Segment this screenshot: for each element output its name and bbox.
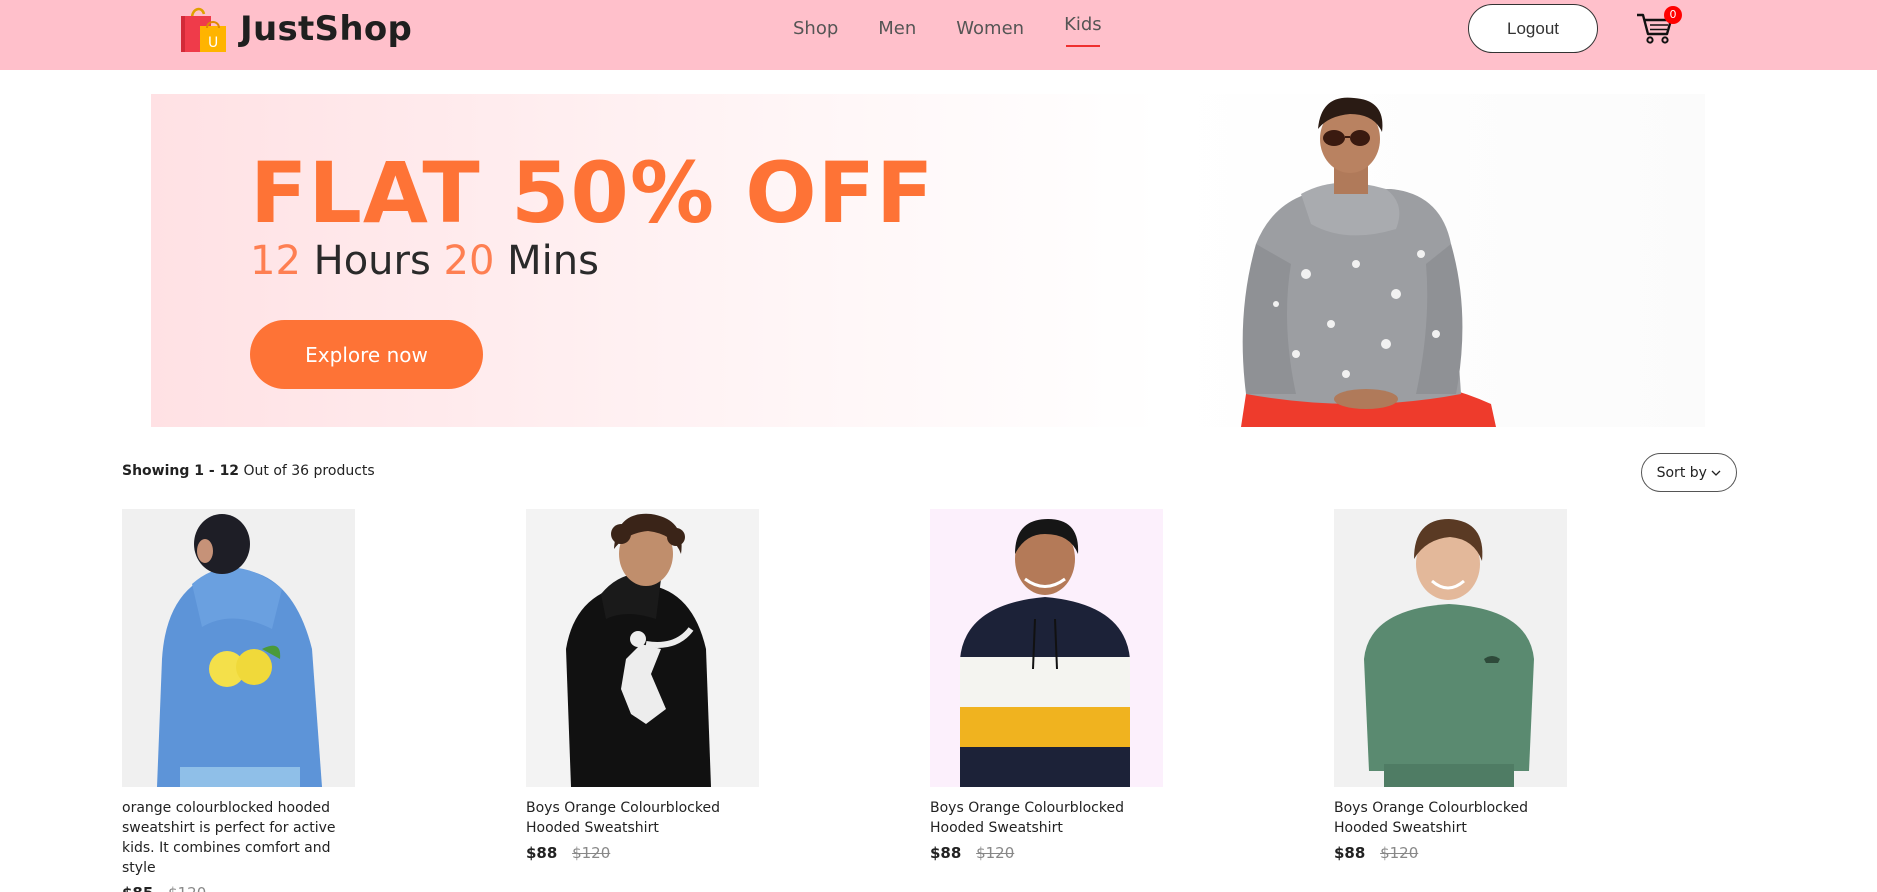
product-price: $88 xyxy=(930,844,962,862)
countdown-mins: 20 xyxy=(443,238,495,284)
site-header: U JustShop Shop Men Women Kids Logout 0 xyxy=(0,0,1877,70)
cart-count-badge: 0 xyxy=(1664,6,1682,24)
price-row: $88 $120 xyxy=(526,844,826,862)
price-row: $85 $120 xyxy=(122,884,422,892)
results-total: Out of 36 products xyxy=(243,463,375,479)
banner-title: FLAT 50% OFF xyxy=(250,144,935,242)
product-price: $88 xyxy=(1334,844,1366,862)
product-image[interactable] xyxy=(526,509,759,787)
countdown-hours-label: Hours xyxy=(313,238,431,284)
banner-countdown: 12 Hours 20 Mins xyxy=(250,238,599,284)
product-card[interactable]: orange colourblocked hooded sweatshirt i… xyxy=(122,509,422,892)
results-count: Showing 1 - 12 Out of 36 products xyxy=(122,463,375,479)
product-name[interactable]: Boys Orange Colourblocked Hooded Sweatsh… xyxy=(526,798,766,838)
main-nav: Shop Men Women Kids xyxy=(793,14,1142,47)
nav-women[interactable]: Women xyxy=(956,14,1024,39)
countdown-hours: 12 xyxy=(250,238,301,284)
logo[interactable]: U JustShop xyxy=(178,4,412,54)
sort-by-button[interactable]: Sort by xyxy=(1641,453,1737,492)
chevron-down-icon xyxy=(1711,470,1721,476)
product-old-price: $120 xyxy=(976,844,1015,862)
product-card[interactable]: Boys Orange Colourblocked Hooded Sweatsh… xyxy=(930,509,1230,862)
product-image[interactable] xyxy=(930,509,1163,787)
nav-shop[interactable]: Shop xyxy=(793,14,838,39)
product-name[interactable]: Boys Orange Colourblocked Hooded Sweatsh… xyxy=(1334,798,1574,838)
countdown-mins-label: Mins xyxy=(507,238,599,284)
sort-by-label: Sort by xyxy=(1656,464,1707,481)
nav-men[interactable]: Men xyxy=(878,14,916,39)
product-name[interactable]: Boys Orange Colourblocked Hooded Sweatsh… xyxy=(930,798,1170,838)
explore-now-button[interactable]: Explore now xyxy=(250,320,483,389)
product-card[interactable]: Boys Orange Colourblocked Hooded Sweatsh… xyxy=(526,509,826,862)
product-price: $85 xyxy=(122,884,153,892)
product-old-price: $120 xyxy=(168,884,206,892)
results-range: Showing 1 - 12 xyxy=(122,463,240,479)
logo-text: JustShop xyxy=(240,9,413,49)
banner-model-image xyxy=(1241,97,1496,427)
promo-banner: FLAT 50% OFF 12 Hours 20 Mins Explore no… xyxy=(151,94,1705,427)
product-old-price: $120 xyxy=(572,844,611,862)
cart-button[interactable]: 0 xyxy=(1634,6,1682,46)
shopping-bag-icon: U xyxy=(178,4,230,54)
price-row: $88 $120 xyxy=(930,844,1230,862)
nav-kids[interactable]: Kids xyxy=(1064,14,1102,47)
price-row: $88 $120 xyxy=(1334,844,1634,862)
logout-button[interactable]: Logout xyxy=(1468,4,1598,53)
product-old-price: $120 xyxy=(1380,844,1419,862)
svg-text:U: U xyxy=(208,35,218,51)
product-image[interactable] xyxy=(122,509,355,787)
product-name[interactable]: orange colourblocked hooded sweatshirt i… xyxy=(122,798,362,878)
product-price: $88 xyxy=(526,844,558,862)
product-image[interactable] xyxy=(1334,509,1567,787)
product-card[interactable]: Boys Orange Colourblocked Hooded Sweatsh… xyxy=(1334,509,1634,862)
